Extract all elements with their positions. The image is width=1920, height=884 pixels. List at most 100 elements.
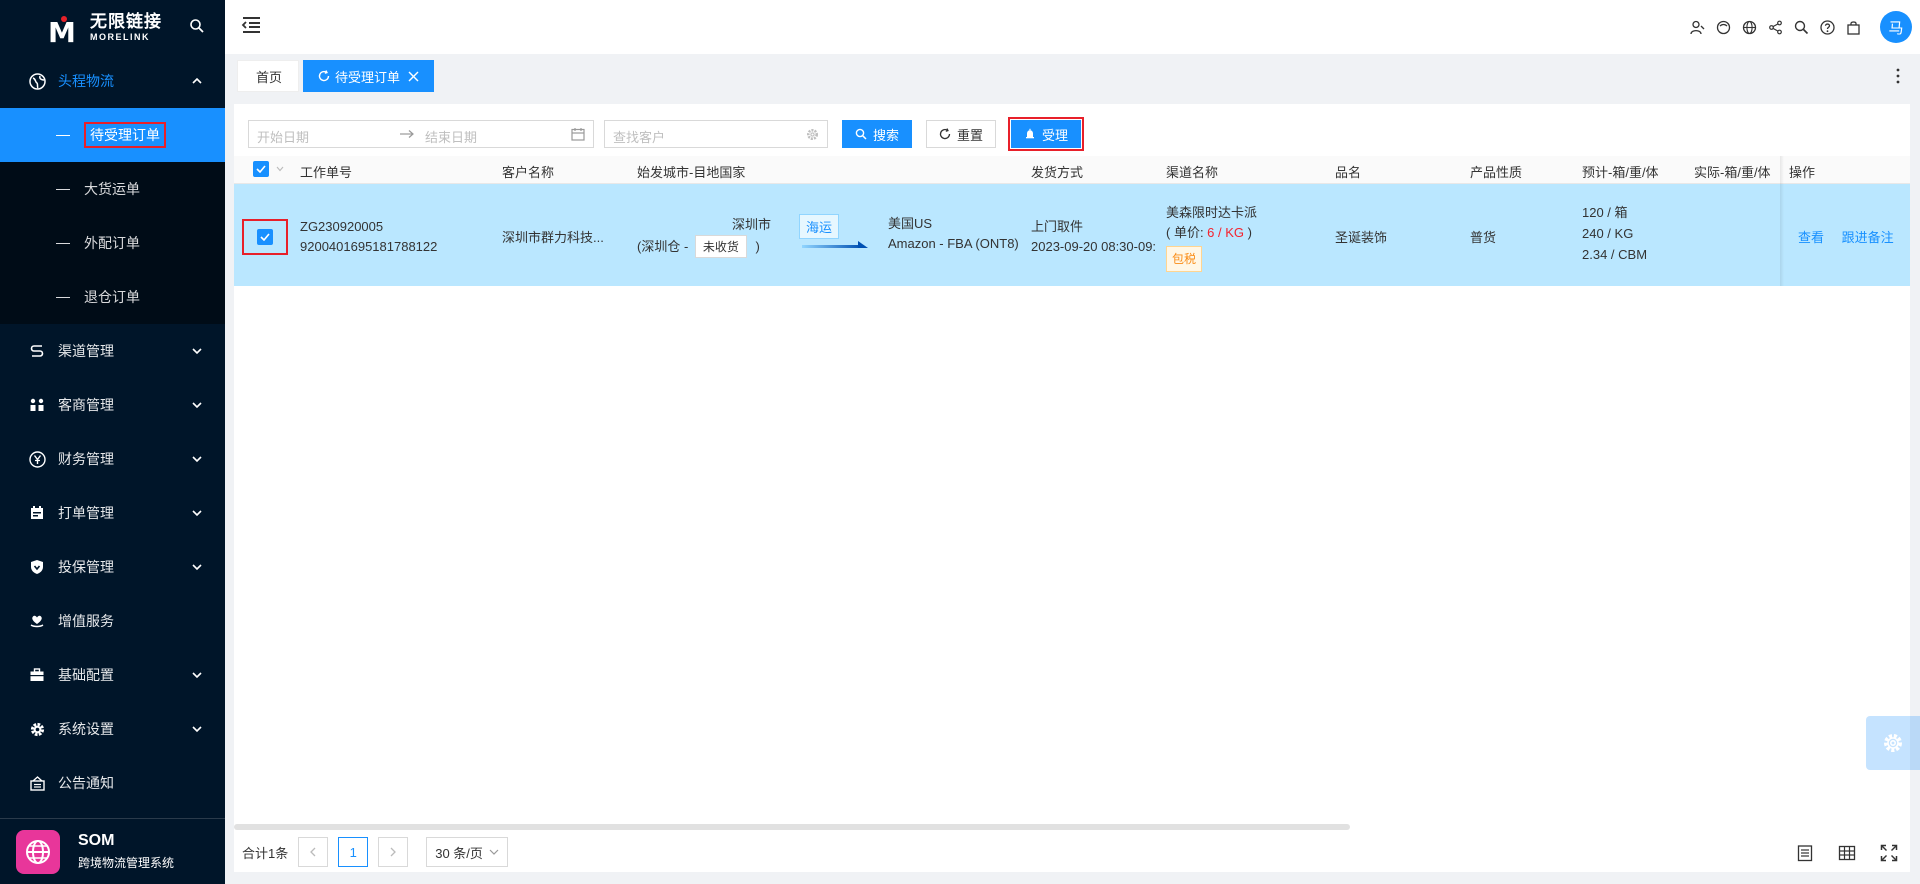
globe-icon [28,72,46,90]
floating-settings-button[interactable] [1866,716,1920,770]
customer-search-input[interactable]: 查找客户 [604,120,828,148]
merchant-icon [28,396,46,414]
language-icon[interactable] [1736,14,1762,40]
origin-warehouse-suffix: ) [755,239,760,254]
menu-label: 增值服务 [58,613,114,629]
menu-channel-management[interactable]: 渠道管理 [0,324,225,378]
menu-merchant-management[interactable]: 客商管理 [0,378,225,432]
col-product: 品名 [1335,165,1362,180]
avatar[interactable]: 马 [1880,11,1912,43]
select-all-checkbox[interactable] [253,161,269,177]
content-panel: 开始日期 结束日期 查找客户 搜索 重置 受理 工作单号 客户名称 始发城市-目… [234,104,1910,872]
customer-placeholder: 查找客户 [613,130,666,145]
page-size-value: 30 条/页 [435,845,483,861]
next-page-button[interactable] [378,837,409,867]
chevron-down-icon[interactable] [276,166,284,172]
search-button-label: 搜索 [873,127,900,143]
chevron-down-icon [192,348,202,355]
menu-label: 基础配置 [58,667,114,683]
reload-icon [939,128,951,140]
col-origin-destination: 始发城市-目地国家 [637,165,746,180]
accept-button[interactable]: 受理 [1011,120,1082,148]
reset-button[interactable]: 重置 [926,120,997,148]
menu-finance-management[interactable]: 财务管理 [0,432,225,486]
logo-cn: 无限链接 [90,11,162,31]
search-button[interactable]: 搜索 [842,120,913,148]
start-date-input[interactable]: 开始日期 [257,127,309,146]
brand-name: SOM [78,832,115,849]
col-ship-method: 发货方式 [1031,165,1084,180]
channel-name: 美森限时达卡派 [1166,205,1258,220]
sidebar-item-pending-orders[interactable]: 待受理订单 [0,108,225,162]
unit-price-value: 6 / KG [1207,225,1245,240]
export-list-icon[interactable] [1794,842,1816,864]
ship-method: 上门取件 [1031,219,1084,234]
user-switch-icon[interactable] [1684,14,1710,40]
tax-included-tag: 包税 [1166,246,1203,272]
work-no[interactable]: ZG230920005 [300,217,437,237]
tag-icon[interactable] [1710,14,1736,40]
help-icon[interactable] [1814,14,1840,40]
menu-label: 客商管理 [58,397,114,413]
date-range-picker[interactable]: 开始日期 结束日期 [248,120,594,148]
col-actual: 实际-箱/重/体 [1694,165,1771,180]
fixed-column-shadow [1780,156,1784,286]
menu-insurance-management[interactable]: 投保管理 [0,540,225,594]
table-row[interactable]: ZG230920005 9200401695181788122 深圳市群力科技.… [234,184,1910,286]
menu-announcements[interactable]: 公告通知 [0,756,225,810]
more-vertical-icon[interactable] [1896,68,1900,84]
menu-system-settings[interactable]: 系统设置 [0,702,225,756]
tab-label: 首页 [256,69,283,85]
close-icon[interactable] [408,71,419,82]
destination-warehouse: Amazon - FBA (ONT8) [888,236,1019,251]
chevron-down-icon [192,672,202,679]
origin-city: 深圳市 [731,217,771,232]
sidebar-item-bulk-waybill[interactable]: 大货运单 [0,162,225,216]
chevron-down-icon [192,402,202,409]
sidebar-item-return-orders[interactable]: 退仓订单 [0,270,225,324]
arrow-right-icon [400,130,414,138]
chevron-down-icon [489,849,499,856]
shopping-bag-icon[interactable] [1840,14,1866,40]
menu-fold-icon[interactable] [241,16,261,34]
row-checkbox[interactable] [257,229,273,245]
refresh-icon[interactable] [318,70,330,82]
row-checkbox-highlight [242,219,288,255]
menu-label: 渠道管理 [58,343,114,359]
menu-label: 公告通知 [58,775,114,791]
share-icon[interactable] [1762,14,1788,40]
logo[interactable]: M 无限链接 MORELINK [0,0,225,54]
col-customer: 客户名称 [502,165,555,180]
product-nature: 普货 [1470,230,1497,245]
col-nature: 产品性质 [1470,165,1523,180]
unit-price-prefix: ( 单价: [1166,225,1208,240]
menu-basic-config[interactable]: 基础配置 [0,648,225,702]
tab-home[interactable]: 首页 [237,60,300,92]
col-work-no: 工作单号 [300,165,353,180]
col-estimated: 预计-箱/重/体 [1582,165,1659,180]
view-link[interactable]: 查看 [1798,230,1824,245]
menu-print-order-management[interactable]: 打单管理 [0,486,225,540]
menu-label: 打单管理 [58,505,114,521]
search-icon[interactable] [189,18,205,34]
fullscreen-icon[interactable] [1878,842,1900,864]
menu-first-mile-logistics[interactable]: 头程物流 [0,54,225,108]
horizontal-scrollbar[interactable] [234,824,1910,832]
prev-page-button[interactable] [298,837,329,867]
tab-pending-orders[interactable]: 待受理订单 [303,60,435,92]
origin-warehouse-prefix: (深圳仓 - [637,239,689,254]
sidebar-item-external-orders[interactable]: 外配订单 [0,216,225,270]
search-icon[interactable] [1788,14,1814,40]
end-date-input[interactable]: 结束日期 [425,127,477,146]
page-number-button[interactable]: 1 [338,837,369,867]
menu-value-added-services[interactable]: 增值服务 [0,594,225,648]
est-boxes: 120 / 箱 [1582,205,1628,220]
scrollbar-thumb[interactable] [234,824,1350,830]
calendar-icon [571,128,585,141]
page-size-select[interactable]: 30 条/页 [426,837,508,867]
table-settings-icon[interactable] [1836,842,1858,864]
status-badge: 未收货 [694,235,747,258]
bell-icon [1024,128,1036,140]
follow-up-note-link[interactable]: 跟进备注 [1842,230,1894,245]
unit-price-suffix: ) [1244,225,1252,240]
